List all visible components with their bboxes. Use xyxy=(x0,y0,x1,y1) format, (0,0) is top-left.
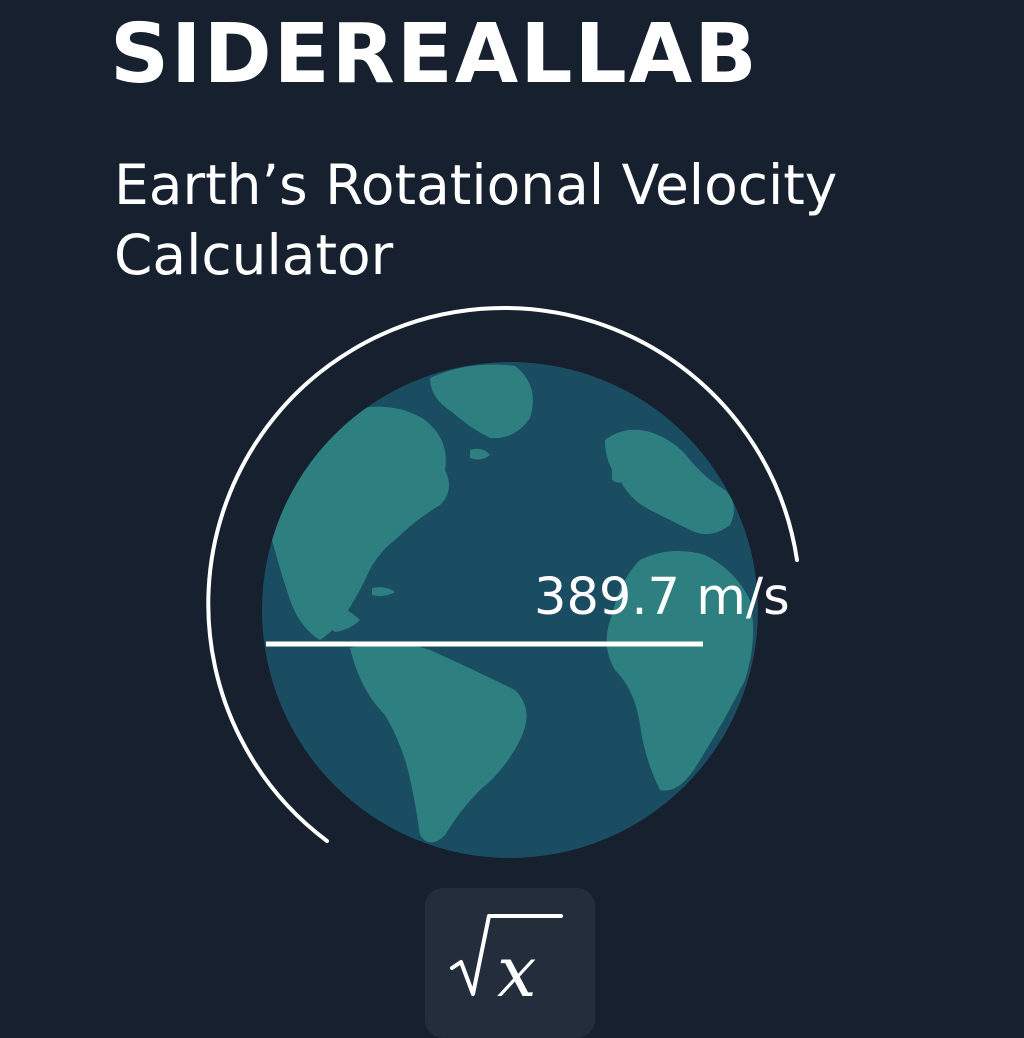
rotational-velocity-readout: 389.7 m/s xyxy=(534,568,790,627)
velocity-gauge xyxy=(206,306,799,858)
formula-button[interactable]: x xyxy=(425,888,595,1038)
formula-variable: x xyxy=(497,931,536,1013)
square-root-x-icon: x xyxy=(450,914,563,1013)
